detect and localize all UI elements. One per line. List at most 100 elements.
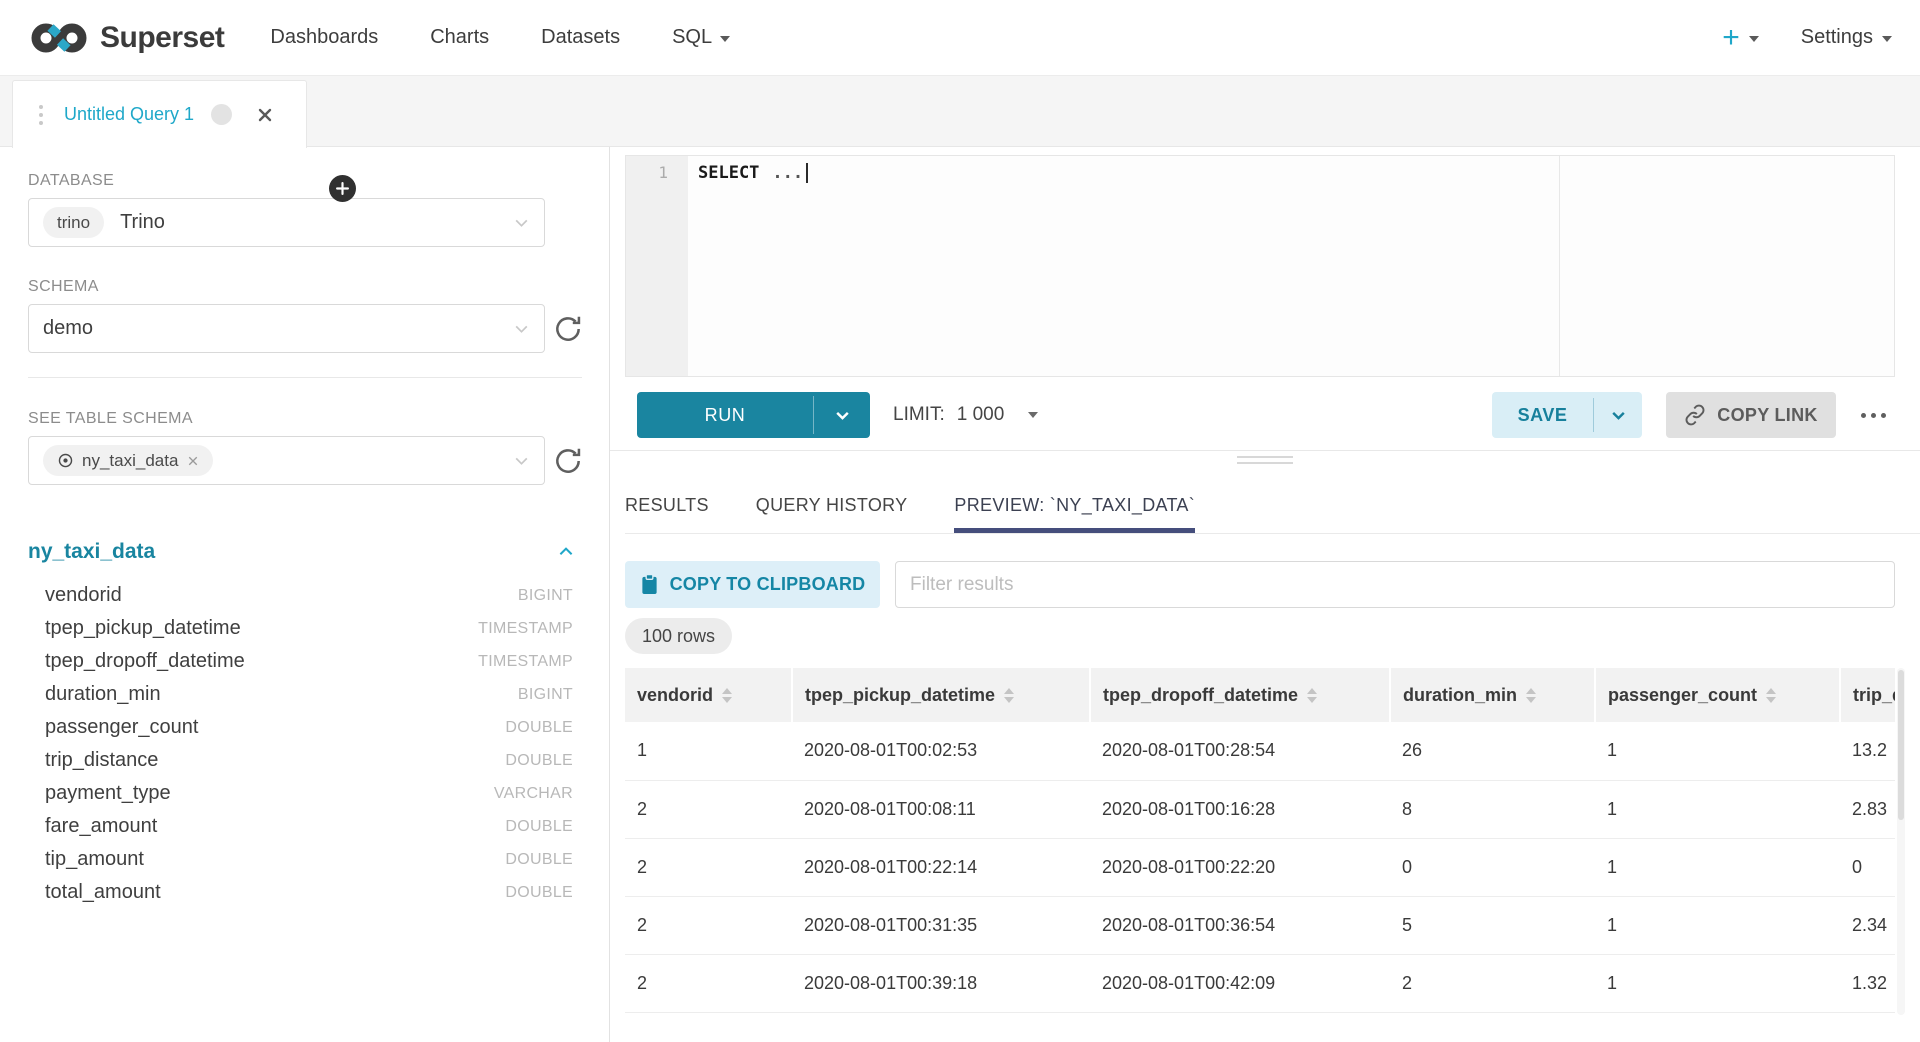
limit-value: 1 000 <box>957 404 1005 426</box>
sql-lab-sidebar: DATABASE trino Trino SCHEMA demo SEE TAB… <box>0 147 610 1042</box>
settings-menu-button[interactable]: Settings <box>1801 26 1892 49</box>
pane-resize-handle[interactable] <box>1237 456 1293 464</box>
refresh-icon <box>552 313 584 345</box>
editor-gutter: 1 <box>626 156 688 376</box>
schema-value: demo <box>43 317 93 340</box>
copy-link-button[interactable]: COPY LINK <box>1666 392 1836 438</box>
query-tab-untitled-query-1[interactable]: Untitled Query 1 <box>12 80 307 148</box>
column-row: duration_minBIGINT <box>0 678 610 711</box>
sort-icon <box>1526 688 1536 703</box>
run-options-button[interactable] <box>814 392 870 438</box>
navbar-right: + Settings <box>1722 24 1892 52</box>
column-row: tip_amountDOUBLE <box>0 843 610 876</box>
see-table-schema-label: SEE TABLE SCHEMA <box>28 410 193 428</box>
sort-icon <box>1307 688 1317 703</box>
schema-select[interactable]: demo <box>28 304 545 353</box>
eye-icon <box>57 452 74 469</box>
table-header-row: vendorid tpep_pickup_datetime tpep_dropo… <box>625 668 1895 722</box>
sidebar-divider <box>28 377 582 378</box>
chevron-up-icon[interactable] <box>557 543 575 561</box>
query-tab-title: Untitled Query 1 <box>64 104 194 125</box>
chevron-down-icon <box>1610 407 1627 424</box>
save-button[interactable]: SAVE <box>1492 392 1593 438</box>
drag-handle-icon[interactable] <box>39 105 43 125</box>
column-row: fare_amountDOUBLE <box>0 810 610 843</box>
column-row: total_amountDOUBLE <box>0 876 610 909</box>
sql-keyword: SELECT <box>698 163 759 183</box>
database-select[interactable]: trino Trino <box>28 198 545 247</box>
table-row: 2 2020-08-01T00:08:11 2020-08-01T00:16:2… <box>625 780 1895 838</box>
plus-icon <box>336 182 349 195</box>
tab-results[interactable]: RESULTS <box>625 477 709 533</box>
column-row: tpep_dropoff_datetimeTIMESTAMP <box>0 645 610 678</box>
sql-editor-pane: 1 SELECT... RUN LIMIT: 1 000 SAVE <box>610 147 1920 1042</box>
brand-name: Superset <box>100 21 224 55</box>
table-row: 1 2020-08-01T00:02:53 2020-08-01T00:28:5… <box>625 722 1895 780</box>
editor-code-line[interactable]: SELECT... <box>688 156 1894 376</box>
database-label: DATABASE <box>28 172 114 190</box>
sort-icon <box>1766 688 1776 703</box>
column-header-tpep-dropoff-datetime[interactable]: tpep_dropoff_datetime <box>1090 668 1390 722</box>
query-tabstrip: Untitled Query 1 <box>0 76 1920 147</box>
column-row: vendoridBIGINT <box>0 579 610 612</box>
save-options-button[interactable] <box>1594 392 1642 438</box>
ellipsis-icon <box>1861 413 1866 418</box>
tab-preview-ny-taxi-data[interactable]: PREVIEW: `NY_TAXI_DATA` <box>954 477 1195 533</box>
chevron-down-icon <box>834 407 851 424</box>
close-icon <box>257 107 273 123</box>
link-icon <box>1684 404 1706 426</box>
superset-infinity-icon <box>30 20 88 56</box>
close-tab-button[interactable] <box>257 107 273 123</box>
run-button[interactable]: RUN <box>637 392 813 438</box>
column-header-duration-min[interactable]: duration_min <box>1390 668 1595 722</box>
table-scrollbar[interactable] <box>1897 668 1905 1015</box>
filter-results-input[interactable] <box>895 561 1895 608</box>
chevron-down-icon <box>513 452 530 469</box>
nav-charts[interactable]: Charts <box>430 26 489 49</box>
limit-dropdown[interactable]: LIMIT: 1 000 <box>893 392 1038 438</box>
results-table: vendorid tpep_pickup_datetime tpep_dropo… <box>625 668 1895 1013</box>
superset-logo[interactable]: Superset <box>30 20 224 56</box>
new-item-menu-button[interactable]: + <box>1722 24 1759 52</box>
column-header-tpep-pickup-datetime[interactable]: tpep_pickup_datetime <box>792 668 1090 722</box>
column-header-passenger-count[interactable]: passenger_count <box>1595 668 1840 722</box>
limit-label: LIMIT: <box>893 404 945 426</box>
sort-icon <box>1004 688 1014 703</box>
table-schema-select[interactable]: ny_taxi_data <box>28 436 545 485</box>
row-count-badge: 100 rows <box>625 618 732 654</box>
refresh-schemas-button[interactable] <box>549 310 587 348</box>
sort-icon <box>722 688 732 703</box>
tab-query-history[interactable]: QUERY HISTORY <box>756 477 908 533</box>
column-header-trip-distance[interactable]: trip_distance <box>1840 668 1895 722</box>
superset-sql-lab: Superset Dashboards Charts Datasets SQL … <box>0 0 1920 1042</box>
database-value: Trino <box>120 211 165 234</box>
more-options-button[interactable] <box>1848 392 1898 438</box>
table-row: 2 2020-08-01T00:22:14 2020-08-01T00:22:2… <box>625 838 1895 896</box>
table-row: 2 2020-08-01T00:31:35 2020-08-01T00:36:5… <box>625 896 1895 954</box>
toolbar-divider <box>610 450 1920 451</box>
table-schema-header[interactable]: ny_taxi_data <box>28 537 575 567</box>
sql-code-rest: ... <box>772 163 803 183</box>
database-tag: trino <box>43 207 104 238</box>
new-query-tab-button[interactable] <box>329 175 356 202</box>
sql-code-editor[interactable]: 1 SELECT... <box>625 155 1895 377</box>
nav-dashboards[interactable]: Dashboards <box>270 26 378 49</box>
text-cursor <box>806 163 808 183</box>
column-row: passenger_countDOUBLE <box>0 711 610 744</box>
chevron-down-icon <box>513 214 530 231</box>
chevron-down-icon <box>513 320 530 337</box>
refresh-tables-button[interactable] <box>549 442 587 480</box>
schema-label: SCHEMA <box>28 278 99 296</box>
scrollbar-thumb[interactable] <box>1898 670 1904 820</box>
nav-datasets[interactable]: Datasets <box>541 26 620 49</box>
copy-to-clipboard-button[interactable]: COPY TO CLIPBOARD <box>625 561 880 608</box>
run-query-button-group: RUN <box>637 392 870 438</box>
table-columns-list: vendoridBIGINT tpep_pickup_datetimeTIMES… <box>0 579 610 909</box>
nav-sql-menu[interactable]: SQL <box>672 26 730 49</box>
remove-table-icon[interactable] <box>187 455 199 467</box>
column-row: trip_distanceDOUBLE <box>0 744 610 777</box>
column-row: tpep_pickup_datetimeTIMESTAMP <box>0 612 610 645</box>
column-header-vendorid[interactable]: vendorid <box>625 668 792 722</box>
main-nav: Dashboards Charts Datasets SQL <box>270 26 730 49</box>
chevron-down-icon <box>720 36 730 42</box>
